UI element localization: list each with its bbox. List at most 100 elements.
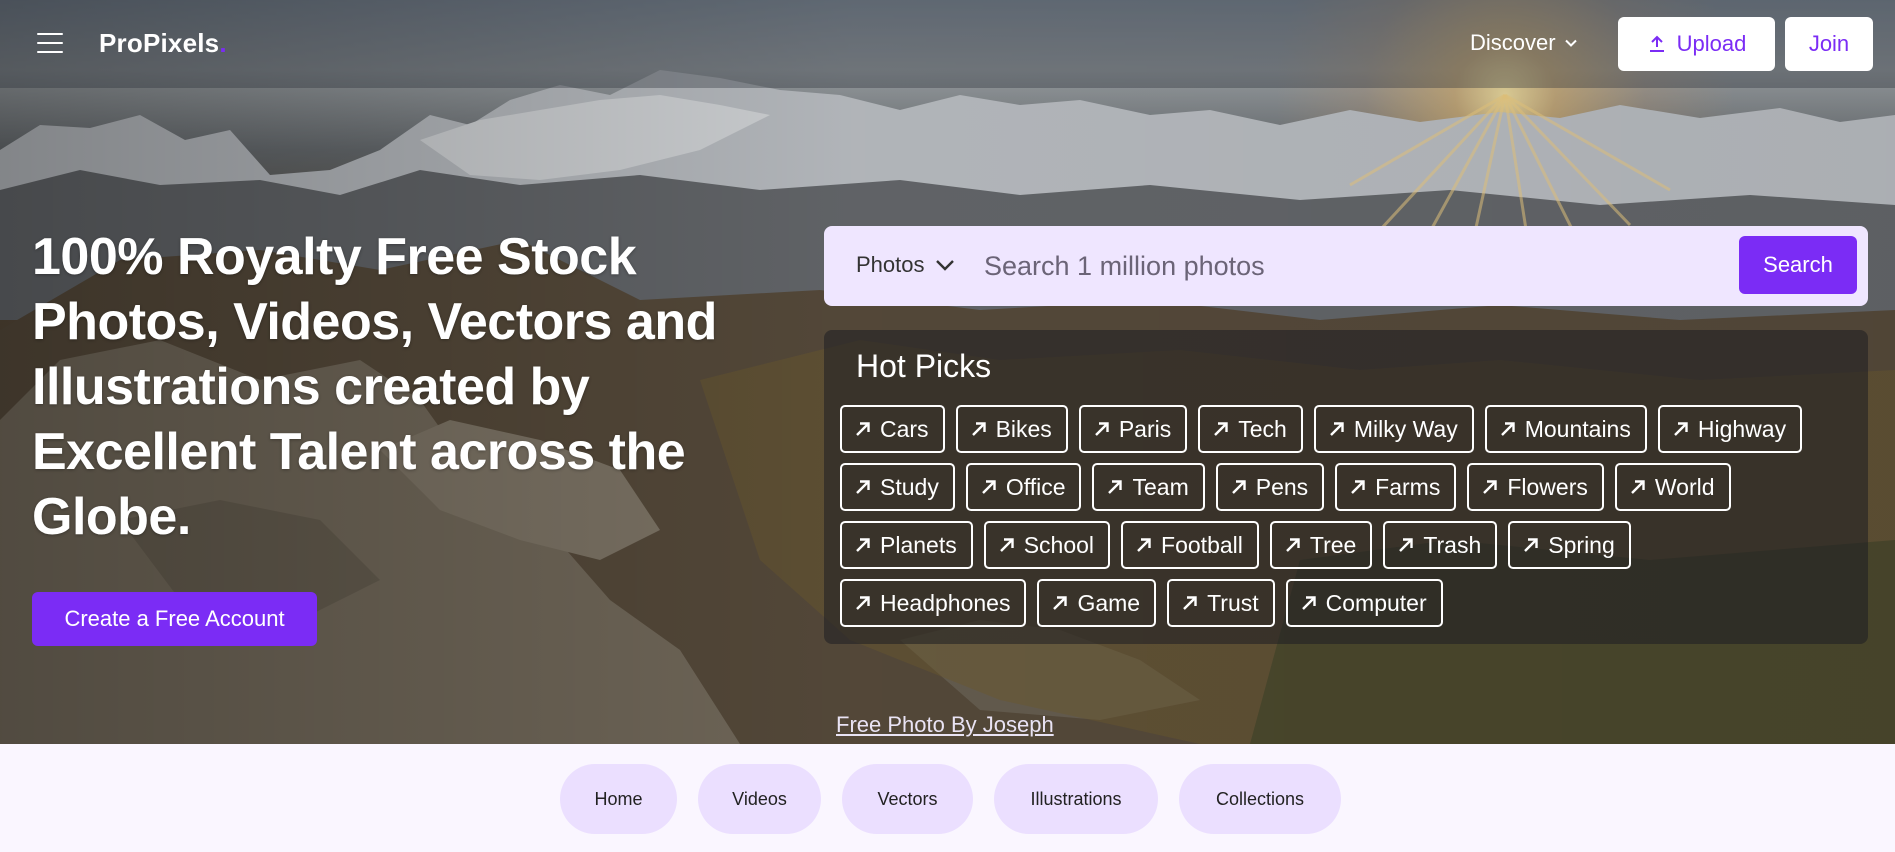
- hot-pick-tag-cars[interactable]: Cars: [840, 405, 945, 453]
- hot-pick-label: Tech: [1238, 415, 1287, 442]
- hot-pick-label: Planets: [880, 531, 957, 558]
- nav-pill-home[interactable]: Home: [560, 764, 677, 834]
- arrow-up-right-icon: [1286, 538, 1300, 552]
- arrow-up-right-icon: [1214, 422, 1228, 436]
- discover-dropdown[interactable]: Discover: [1470, 30, 1578, 56]
- hot-picks-row: Cars Bikes Paris Tech Milky Way Mountains High…: [840, 405, 1803, 453]
- hot-picks-title: Hot Picks: [856, 348, 992, 384]
- hot-pick-label: World: [1654, 473, 1715, 500]
- hot-pick-tag-computer[interactable]: Computer: [1285, 579, 1443, 627]
- hot-pick-label: School: [1023, 531, 1095, 558]
- hot-pick-tag-office[interactable]: Office: [965, 463, 1082, 511]
- arrow-up-right-icon: [1094, 422, 1109, 436]
- hot-pick-label: Highway: [1697, 415, 1787, 442]
- nav-pill-vectors[interactable]: Vectors: [842, 764, 973, 834]
- hot-pick-label: Spring: [1548, 531, 1615, 558]
- hot-pick-tag-flowers[interactable]: Flowers: [1467, 463, 1604, 511]
- hot-pick-tag-milky-way[interactable]: Milky Way: [1313, 405, 1474, 453]
- arrow-up-right-icon: [981, 480, 996, 494]
- arrow-up-right-icon: [1183, 596, 1197, 610]
- arrow-up-right-icon: [1483, 480, 1498, 494]
- hot-pick-tag-football[interactable]: Football: [1121, 521, 1259, 569]
- hot-pick-tag-tree[interactable]: Tree: [1269, 521, 1373, 569]
- hot-pick-tag-highway[interactable]: Highway: [1657, 405, 1803, 453]
- hot-pick-tag-paris[interactable]: Paris: [1078, 405, 1188, 453]
- top-navigation-bar: ProPixels. Discover Upload Join: [0, 0, 1895, 88]
- arrow-up-right-icon: [856, 480, 870, 494]
- discover-label: Discover: [1470, 30, 1556, 55]
- hot-pick-label: Pens: [1255, 473, 1309, 500]
- hot-picks-panel: Hot Picks Cars Bikes Paris Tech Milky Way Mou…: [824, 330, 1868, 644]
- upload-icon: [1649, 35, 1664, 52]
- arrow-up-right-icon: [856, 538, 870, 552]
- hot-pick-tag-world[interactable]: World: [1614, 463, 1731, 511]
- hot-pick-tag-trash[interactable]: Trash: [1383, 521, 1498, 569]
- hot-pick-label: Study: [880, 473, 939, 500]
- arrow-up-right-icon: [1674, 422, 1688, 436]
- hot-pick-label: Tree: [1309, 531, 1357, 558]
- arrow-up-right-icon: [1137, 538, 1151, 552]
- arrow-up-right-icon: [1231, 480, 1246, 494]
- hot-pick-label: Mountains: [1524, 415, 1631, 442]
- hot-pick-tag-planets[interactable]: Planets: [840, 521, 973, 569]
- arrow-up-right-icon: [856, 422, 870, 436]
- hot-pick-label: Flowers: [1507, 473, 1588, 500]
- hot-pick-label: Farms: [1375, 473, 1441, 500]
- arrow-up-right-icon: [1108, 480, 1123, 494]
- arrow-up-right-icon: [1329, 422, 1344, 436]
- arrow-up-right-icon: [1301, 596, 1316, 610]
- hot-picks-row: Planets School Football Tree Trash Spring: [840, 521, 1631, 569]
- hot-pick-tag-team[interactable]: Team: [1092, 463, 1205, 511]
- logo-text: ProPixels: [99, 28, 220, 58]
- hot-pick-label: Headphones: [880, 589, 1011, 616]
- nav-pill-collections[interactable]: Collections: [1179, 764, 1341, 834]
- hot-pick-label: Paris: [1118, 415, 1172, 442]
- hot-pick-tag-school[interactable]: School: [983, 521, 1111, 569]
- hot-pick-tag-study[interactable]: Study: [840, 463, 955, 511]
- nav-pill-illustrations[interactable]: Illustrations: [994, 764, 1158, 834]
- hot-pick-tag-farms[interactable]: Farms: [1335, 463, 1457, 511]
- arrow-up-right-icon: [1351, 480, 1365, 494]
- nav-pill-videos[interactable]: Videos: [698, 764, 821, 834]
- hot-pick-tag-bikes[interactable]: Bikes: [955, 405, 1068, 453]
- logo[interactable]: ProPixels.: [99, 28, 227, 59]
- arrow-up-right-icon: [1500, 422, 1515, 436]
- hot-picks-row: Study Office Team Pens Farms Flowers World: [840, 463, 1731, 511]
- hamburger-menu-icon[interactable]: [37, 33, 63, 55]
- hot-pick-tag-spring[interactable]: Spring: [1508, 521, 1631, 569]
- search-button[interactable]: Search: [1739, 236, 1857, 294]
- hot-pick-tag-headphones[interactable]: Headphones: [840, 579, 1027, 627]
- hot-pick-tag-mountains[interactable]: Mountains: [1484, 405, 1647, 453]
- photo-credit-link[interactable]: Free Photo By Joseph: [836, 712, 1054, 738]
- search-bar: Photos Search: [824, 226, 1868, 306]
- logo-dot: .: [219, 28, 227, 58]
- search-type-label: Photos: [856, 252, 925, 277]
- hot-pick-label: Milky Way: [1353, 415, 1458, 442]
- chevron-down-icon: [1564, 39, 1577, 47]
- hot-pick-label: Trust: [1207, 589, 1259, 616]
- hot-pick-tag-pens[interactable]: Pens: [1215, 463, 1325, 511]
- arrow-up-right-icon: [856, 596, 870, 610]
- arrow-up-right-icon: [1631, 480, 1645, 494]
- upload-button[interactable]: Upload: [1618, 17, 1775, 71]
- create-account-button[interactable]: Create a Free Account: [32, 592, 317, 646]
- join-button[interactable]: Join: [1785, 17, 1873, 71]
- hot-pick-label: Computer: [1325, 589, 1427, 616]
- hot-pick-tag-game[interactable]: Game: [1037, 579, 1157, 627]
- hot-pick-tag-tech[interactable]: Tech: [1198, 405, 1303, 453]
- hero-headline: 100% Royalty Free Stock Photos, Videos, …: [32, 228, 717, 546]
- hot-pick-label: Football: [1161, 531, 1243, 558]
- chevron-down-icon: [935, 260, 954, 271]
- arrow-up-right-icon: [1399, 538, 1414, 552]
- search-input[interactable]: [984, 240, 1544, 292]
- arrow-up-right-icon: [1053, 596, 1068, 610]
- upload-label: Upload: [1676, 31, 1747, 56]
- arrow-up-right-icon: [1524, 538, 1538, 552]
- search-type-dropdown[interactable]: Photos: [856, 252, 955, 278]
- hot-pick-label: Office: [1005, 473, 1066, 500]
- hot-pick-label: Bikes: [995, 415, 1052, 442]
- hot-pick-label: Team: [1132, 473, 1189, 500]
- hot-pick-tag-trust[interactable]: Trust: [1167, 579, 1275, 627]
- hot-pick-label: Game: [1077, 589, 1141, 616]
- hot-pick-label: Cars: [880, 415, 929, 442]
